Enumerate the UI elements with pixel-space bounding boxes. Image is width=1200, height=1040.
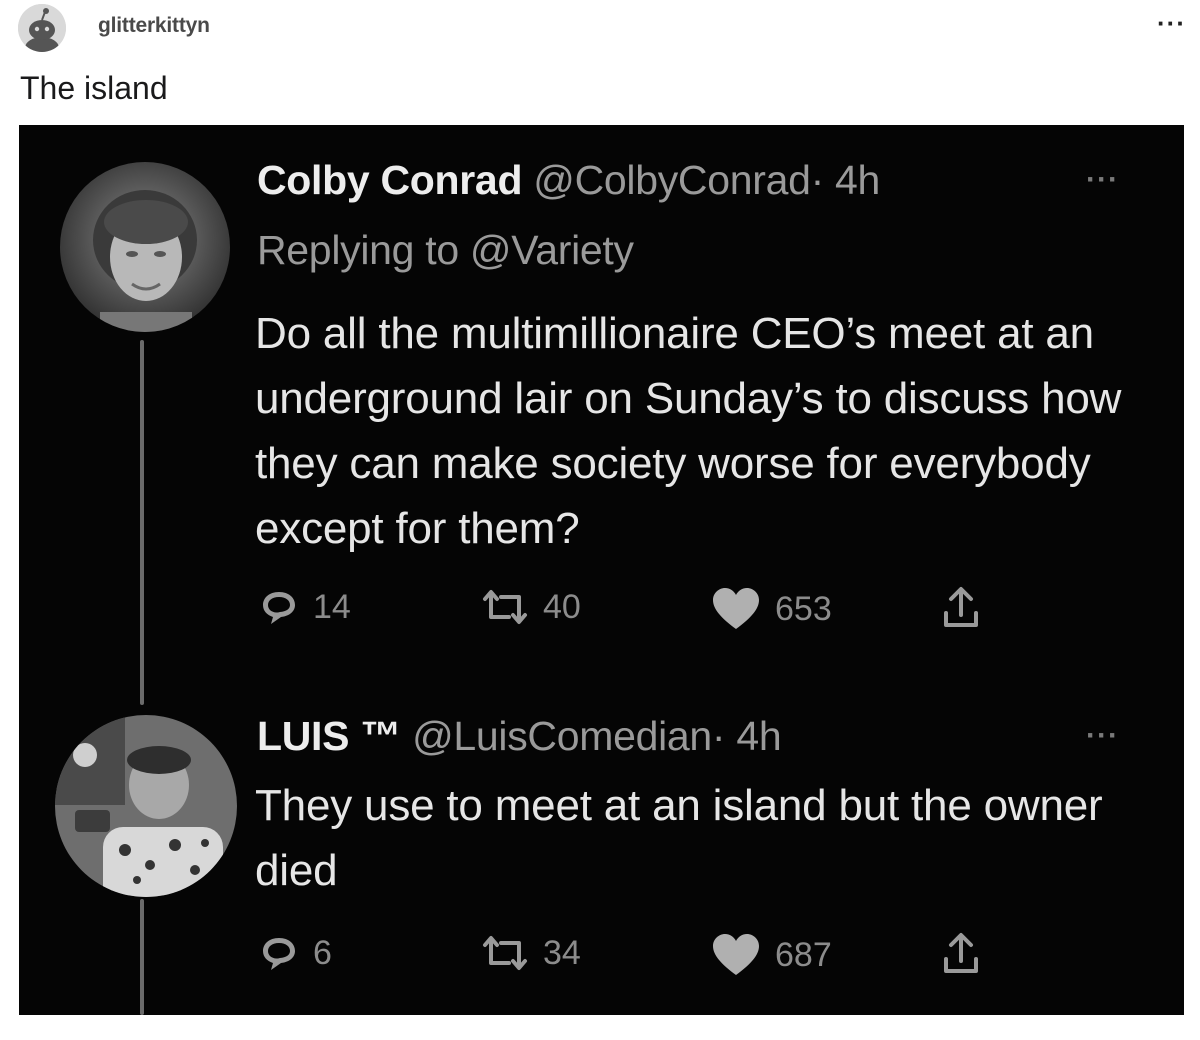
share-button[interactable] xyxy=(941,931,981,975)
tweet-more-icon[interactable]: ··· xyxy=(1086,163,1119,197)
like-count: 687 xyxy=(775,935,832,974)
reply-icon xyxy=(263,938,295,970)
tweet-timestamp[interactable]: · 4h xyxy=(811,157,881,203)
like-button[interactable]: 687 xyxy=(711,933,832,977)
tweet-header: LUIS ™ @LuisComedian· 4h xyxy=(257,713,782,760)
like-button[interactable]: 653 xyxy=(711,587,832,631)
username[interactable]: glitterkittyn xyxy=(98,14,210,38)
tweet-avatar-colby xyxy=(60,162,230,332)
tweet-author-handle[interactable]: @ColbyConrad xyxy=(533,157,811,203)
retweet-button[interactable]: 34 xyxy=(481,933,581,973)
tweet-body: They use to meet at an island but the ow… xyxy=(255,781,1103,895)
reply-button[interactable]: 6 xyxy=(259,933,332,973)
thread-connector-line xyxy=(140,340,144,705)
user-avatar[interactable] xyxy=(18,4,66,52)
reply-count: 6 xyxy=(313,933,332,972)
retweet-count: 34 xyxy=(543,933,581,972)
tweet-body: Do all the multimillionaire CEO’s meet a… xyxy=(255,309,1122,553)
retweet-icon xyxy=(483,936,527,970)
replying-to-text[interactable]: Replying to @Variety xyxy=(257,227,634,274)
retweet-count: 40 xyxy=(543,587,581,626)
reply-count: 14 xyxy=(313,587,351,626)
post-header: glitterkittyn ··· xyxy=(0,0,1200,60)
tweet-author-handle[interactable]: @LuisComedian xyxy=(412,713,712,759)
post-title: The island xyxy=(20,70,168,106)
thread-connector-line xyxy=(140,899,144,1015)
tweet-avatar-luis xyxy=(55,715,237,897)
heart-icon xyxy=(713,934,759,975)
heart-icon xyxy=(713,588,759,629)
tweet-author-name[interactable]: LUIS ™ xyxy=(257,713,401,759)
tweet-timestamp[interactable]: · 4h xyxy=(712,713,782,759)
reply-icon xyxy=(263,592,295,624)
tweet-author-name[interactable]: Colby Conrad xyxy=(257,157,522,203)
tweet-more-icon[interactable]: ··· xyxy=(1086,719,1119,753)
tweet-screenshot-image: Colby Conrad @ColbyConrad· 4h ··· Replyi… xyxy=(19,125,1184,1015)
retweet-button[interactable]: 40 xyxy=(481,587,581,627)
share-icon xyxy=(944,587,978,627)
share-button[interactable] xyxy=(941,585,981,629)
more-options-icon[interactable]: ··· xyxy=(1157,10,1186,36)
reply-button[interactable]: 14 xyxy=(259,587,351,627)
share-icon xyxy=(944,933,978,973)
tweet-header: Colby Conrad @ColbyConrad· 4h xyxy=(257,157,880,204)
like-count: 653 xyxy=(775,589,832,628)
retweet-icon xyxy=(483,590,527,624)
